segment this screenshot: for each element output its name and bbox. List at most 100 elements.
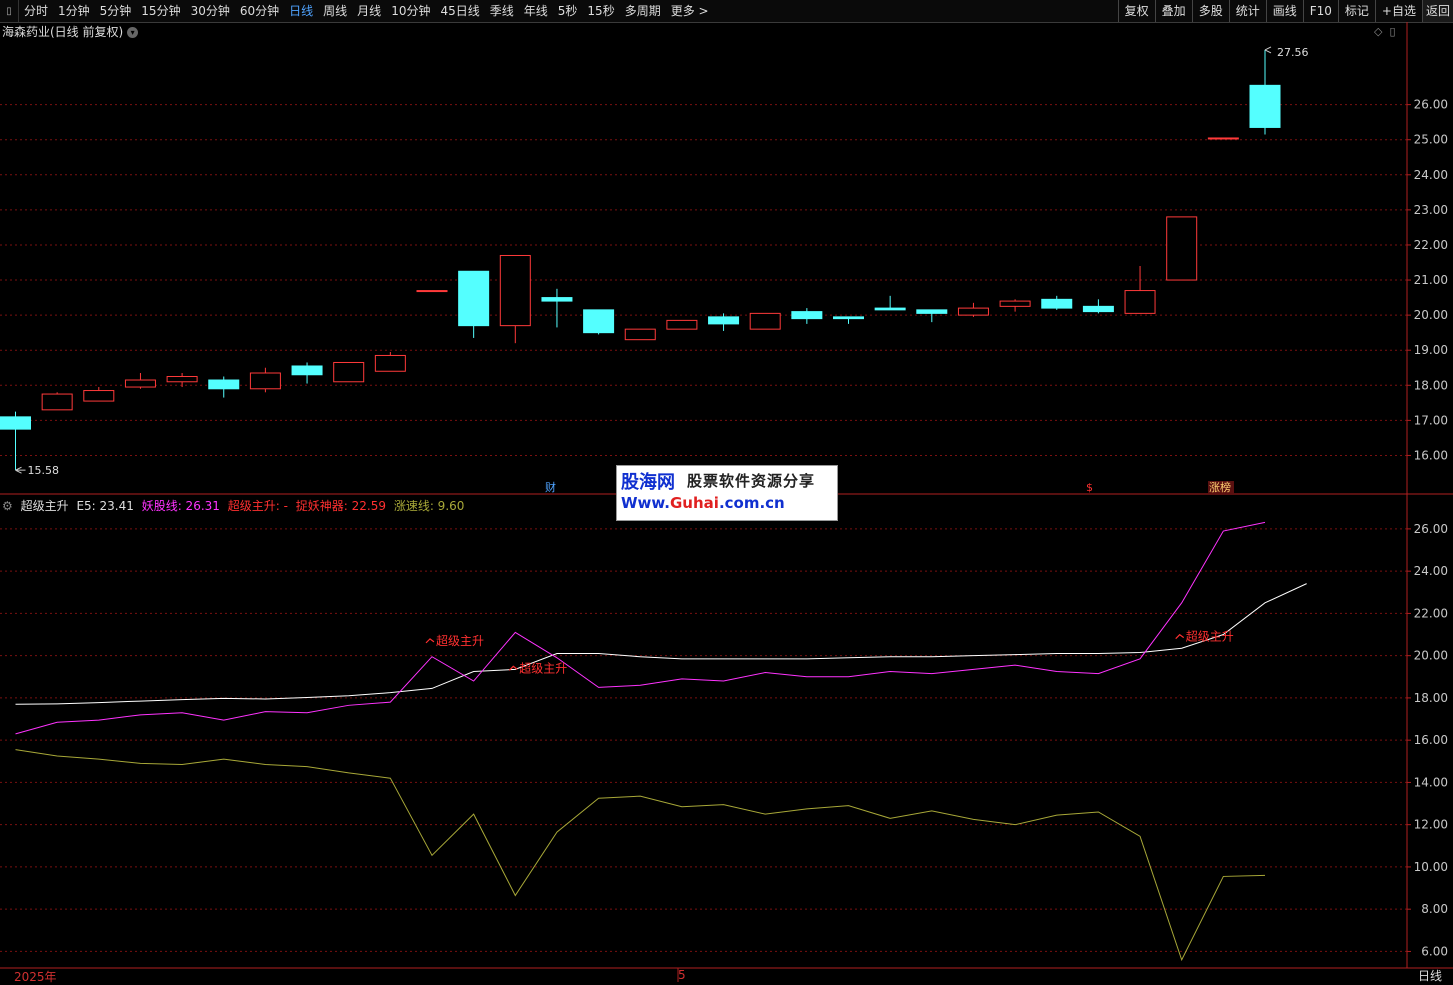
period-tab-16[interactable]: 更多 > bbox=[666, 0, 714, 22]
tool-button-8[interactable]: 返回 bbox=[1421, 0, 1453, 22]
high-price-label: 27.56 bbox=[1277, 46, 1309, 59]
chevron-down-icon[interactable]: ▾ bbox=[127, 27, 139, 38]
period-tab-13[interactable]: 5秒 bbox=[553, 0, 583, 22]
e5-value: E5: 23.41 bbox=[76, 499, 134, 513]
candle-body-down bbox=[1249, 84, 1281, 128]
candle-body-down bbox=[833, 316, 864, 320]
zhangbang-marker: 涨榜 bbox=[1209, 480, 1231, 494]
period-tab-3[interactable]: 15分钟 bbox=[136, 0, 185, 22]
indicator-tick-label: 18.00 bbox=[1414, 691, 1448, 705]
watermark-brand: 股海网 bbox=[621, 472, 675, 493]
high-arrow-icon bbox=[1264, 46, 1272, 54]
price-tick-label: 24.00 bbox=[1414, 168, 1448, 182]
candle-body-up bbox=[374, 354, 406, 372]
period-tabs: ▯ 分时 1分钟 5分钟 15分钟 30分钟 60分钟 日线 周线 月线 10分钟 45日线 季线 年线… bbox=[0, 0, 714, 22]
period-tab-14[interactable]: 15秒 bbox=[582, 0, 619, 22]
period-tab-5[interactable]: 60分钟 bbox=[235, 0, 284, 22]
signal-label: 超级主升 bbox=[1186, 629, 1234, 644]
period-indicator[interactable]: 日线 bbox=[1418, 967, 1442, 984]
period-tab-0[interactable]: 分时 bbox=[19, 0, 53, 22]
price-tick-label: 26.00 bbox=[1414, 98, 1448, 112]
signal-arrow-icon bbox=[1175, 633, 1185, 640]
period-tab-10[interactable]: 45日线 bbox=[435, 0, 484, 22]
period-toolbar: ▯ 分时 1分钟 5分钟 15分钟 30分钟 60分钟 日线 周线 月线 10分钟 45日线 季线 年线… bbox=[0, 0, 1453, 23]
tool-button-5[interactable]: F10 bbox=[1302, 0, 1338, 22]
candle-body-up bbox=[83, 390, 115, 402]
tool-button-4[interactable]: 画线 bbox=[1265, 0, 1303, 22]
finance-marker: 财 bbox=[545, 480, 556, 494]
price-tick-label: 16.00 bbox=[1414, 448, 1448, 462]
period-tab-12[interactable]: 年线 bbox=[519, 0, 553, 22]
signal-arrow-icon bbox=[508, 665, 518, 671]
chart-title: 海森药业(日线 前复权) ▾ bbox=[2, 23, 139, 40]
period-tab-11[interactable]: 季线 bbox=[485, 0, 519, 22]
candle-body-up bbox=[416, 290, 448, 293]
price-tick-label: 25.00 bbox=[1414, 133, 1448, 147]
candle-body-up bbox=[666, 319, 698, 330]
price-tick-label: 18.00 bbox=[1414, 378, 1448, 392]
time-axis: 2025年 5 日线 bbox=[0, 967, 1453, 984]
indicator-tick-label: 16.00 bbox=[1414, 733, 1448, 747]
indicator-tick-label: 6.00 bbox=[1421, 944, 1448, 958]
period-tab-15[interactable]: 多周期 bbox=[620, 0, 666, 22]
panel-toggle-icon[interactable]: ▯ bbox=[0, 0, 19, 22]
signal-label: 超级主升 bbox=[519, 660, 567, 675]
settings-gear-icon[interactable]: ⚙ bbox=[2, 499, 13, 513]
price-tick-label: 23.00 bbox=[1414, 203, 1448, 217]
indicator-tick-label: 8.00 bbox=[1421, 902, 1448, 916]
yaogu-value: 妖股线: 26.31 bbox=[141, 499, 220, 513]
indicator-name[interactable]: 超级主升 bbox=[21, 499, 69, 513]
signal-arrow-icon bbox=[425, 638, 435, 644]
panel-controls: ◇ ▯ bbox=[1374, 25, 1396, 38]
period-tab-8[interactable]: 月线 bbox=[352, 0, 386, 22]
period-tab-9[interactable]: 10分钟 bbox=[386, 0, 435, 22]
candle-body-up bbox=[124, 379, 156, 388]
period-tab-2[interactable]: 5分钟 bbox=[95, 0, 137, 22]
candle-body-down bbox=[1041, 298, 1073, 309]
e5-line bbox=[15, 583, 1307, 705]
candle-body-up bbox=[749, 312, 781, 330]
candle-body-down bbox=[583, 309, 615, 334]
low-arrow-icon bbox=[15, 466, 26, 474]
date-label-year: 2025年 bbox=[14, 970, 57, 984]
watermark-logo: 股海网 股票软件资源分享 Www.Guhai.com.cn bbox=[616, 465, 838, 521]
candle-body-down bbox=[1082, 305, 1114, 313]
indicator-tick-label: 14.00 bbox=[1414, 775, 1448, 789]
indicator-tick-label: 12.00 bbox=[1414, 818, 1448, 832]
tool-button-1[interactable]: 叠加 bbox=[1154, 0, 1192, 22]
period-tab-4[interactable]: 30分钟 bbox=[186, 0, 235, 22]
zhangsu-line bbox=[15, 749, 1266, 962]
candle-body-up bbox=[166, 376, 198, 383]
collapse-icon[interactable]: ▯ bbox=[1389, 25, 1395, 38]
low-price-label: 15.58 bbox=[28, 464, 60, 477]
date-label-month: 5 bbox=[678, 968, 686, 982]
price-tick-label: 22.00 bbox=[1414, 238, 1448, 252]
stock-title: 海森药业(日线 前复权) bbox=[2, 25, 124, 39]
candle-body-down bbox=[708, 316, 740, 325]
indicator-legend: ⚙ 超级主升 E5: 23.41 妖股线: 26.31 超级主升: - 捉妖神器… bbox=[2, 497, 468, 514]
price-tick-label: 20.00 bbox=[1414, 308, 1448, 322]
price-tick-label: 19.00 bbox=[1414, 343, 1448, 357]
diamond-icon[interactable]: ◇ bbox=[1374, 25, 1382, 38]
period-tab-1[interactable]: 1分钟 bbox=[53, 0, 95, 22]
tool-button-6[interactable]: 标记 bbox=[1337, 0, 1375, 22]
tool-button-3[interactable]: 统计 bbox=[1228, 0, 1266, 22]
chaoji-value: 超级主升: - bbox=[227, 499, 288, 513]
tool-button-7[interactable]: +自选 bbox=[1374, 0, 1422, 22]
indicator-tick-label: 22.00 bbox=[1414, 606, 1448, 620]
candle-body-up bbox=[1124, 290, 1156, 314]
candle-body-up bbox=[41, 393, 73, 411]
tool-button-0[interactable]: 复权 bbox=[1117, 0, 1155, 22]
price-tick-label: 21.00 bbox=[1414, 273, 1448, 287]
tool-button-2[interactable]: 多股 bbox=[1191, 0, 1229, 22]
tool-buttons: 复权 叠加 多股 统计 画线 F10 标记 +自选 返回 bbox=[1117, 0, 1453, 22]
zhangbang-marker-bg bbox=[1208, 481, 1234, 494]
yaogu-line bbox=[15, 521, 1266, 735]
period-tab-7[interactable]: 周线 bbox=[318, 0, 352, 22]
indicator-tick-label: 20.00 bbox=[1414, 649, 1448, 663]
candle-body-up bbox=[957, 307, 989, 316]
period-tab-6[interactable]: 日线 bbox=[284, 0, 318, 22]
candle-body-down bbox=[916, 309, 948, 314]
candle-body-up bbox=[1166, 216, 1198, 281]
candle-body-down bbox=[791, 311, 823, 320]
